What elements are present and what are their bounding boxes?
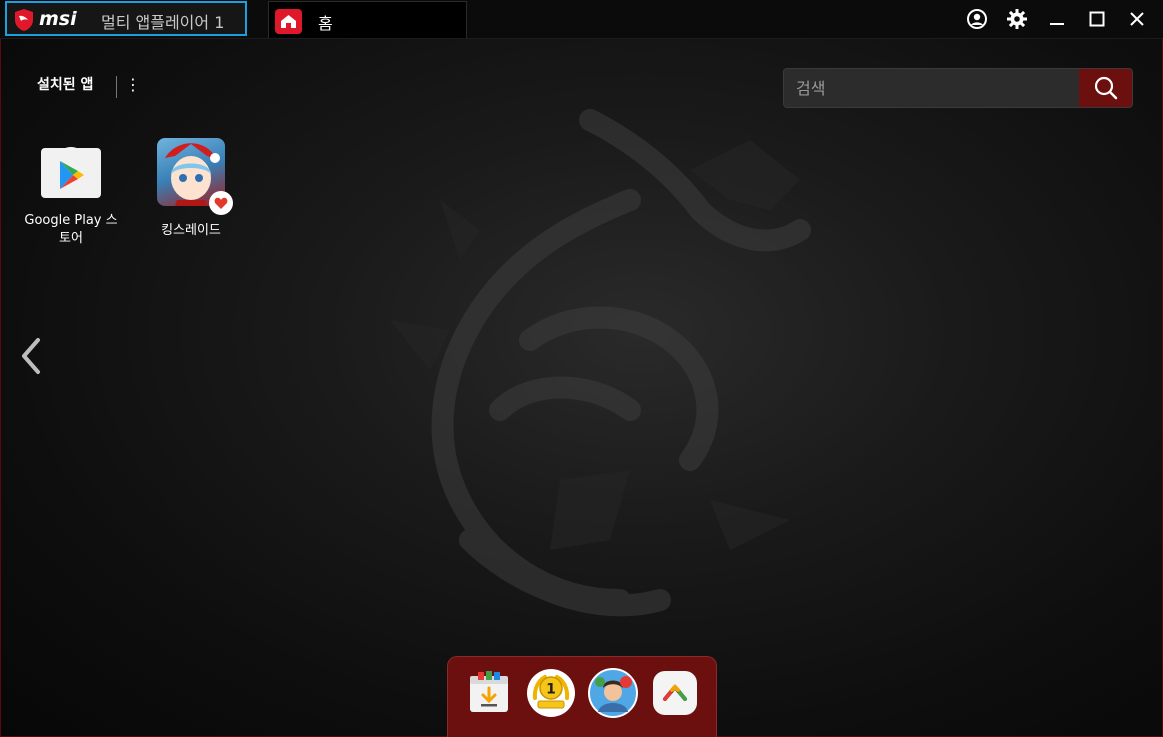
chevron-left-icon (22, 338, 40, 374)
app-kings-raid[interactable]: 킹스레이드 (141, 138, 241, 240)
level-one-badge-icon: 1 (527, 669, 575, 717)
google-play-store-icon (39, 138, 103, 202)
app-label: Google Play 스토어 (24, 213, 118, 246)
avatar-game-icon (588, 668, 638, 718)
search-icon (1094, 76, 1117, 100)
instance-tab[interactable]: msi 멀티 앱플레이어 1 (5, 1, 247, 36)
minimize-button[interactable] (1044, 6, 1070, 32)
maximize-icon (1089, 11, 1105, 27)
level-button[interactable]: 1 (526, 668, 576, 718)
gear-icon (1007, 9, 1027, 29)
search-button[interactable] (1079, 69, 1132, 107)
favorite-heart-icon (209, 191, 233, 215)
bottom-dock: 1 (447, 656, 717, 737)
settings-button[interactable] (1004, 6, 1030, 32)
dragon-watermark-icon (390, 109, 811, 617)
minimize-icon (1050, 23, 1064, 25)
account-button[interactable] (964, 6, 990, 32)
msi-shield-icon (15, 9, 33, 31)
search-bar (783, 68, 1133, 108)
previous-page-button[interactable] (16, 336, 46, 376)
installed-apps-title: 설치된 앱 (37, 77, 94, 93)
title-bar: msi 멀티 앱플레이어 1 홈 (0, 0, 1163, 39)
section-divider (116, 76, 117, 98)
close-button[interactable] (1124, 6, 1150, 32)
app-window: msi 멀티 앱플레이어 1 홈 설치된 앱 ⋮ 검색 Google Play … (0, 0, 1163, 737)
avatar-game-button[interactable] (588, 668, 638, 718)
kings-raid-icon (157, 138, 233, 215)
app-label: 킹스레이드 (161, 223, 221, 238)
search-input[interactable] (784, 69, 1080, 107)
app-center-icon (653, 671, 697, 715)
account-circle-icon (967, 9, 987, 29)
home-icon (275, 9, 302, 34)
install-apk-icon (470, 671, 508, 712)
msi-logo-text: msi (39, 8, 77, 30)
more-options-button[interactable]: ⋮ (125, 74, 141, 96)
svg-text:1: 1 (546, 682, 556, 698)
close-icon (1130, 12, 1144, 26)
maximize-button[interactable] (1084, 6, 1110, 32)
tab-home[interactable]: 홈 (268, 1, 467, 38)
app-center-button[interactable] (650, 668, 700, 718)
install-apk-button[interactable] (464, 668, 514, 718)
app-google-play[interactable]: Google Play 스토어 (21, 138, 121, 248)
tab-label: 홈 (318, 14, 333, 33)
instance-name: 멀티 앱플레이어 1 (101, 13, 225, 32)
